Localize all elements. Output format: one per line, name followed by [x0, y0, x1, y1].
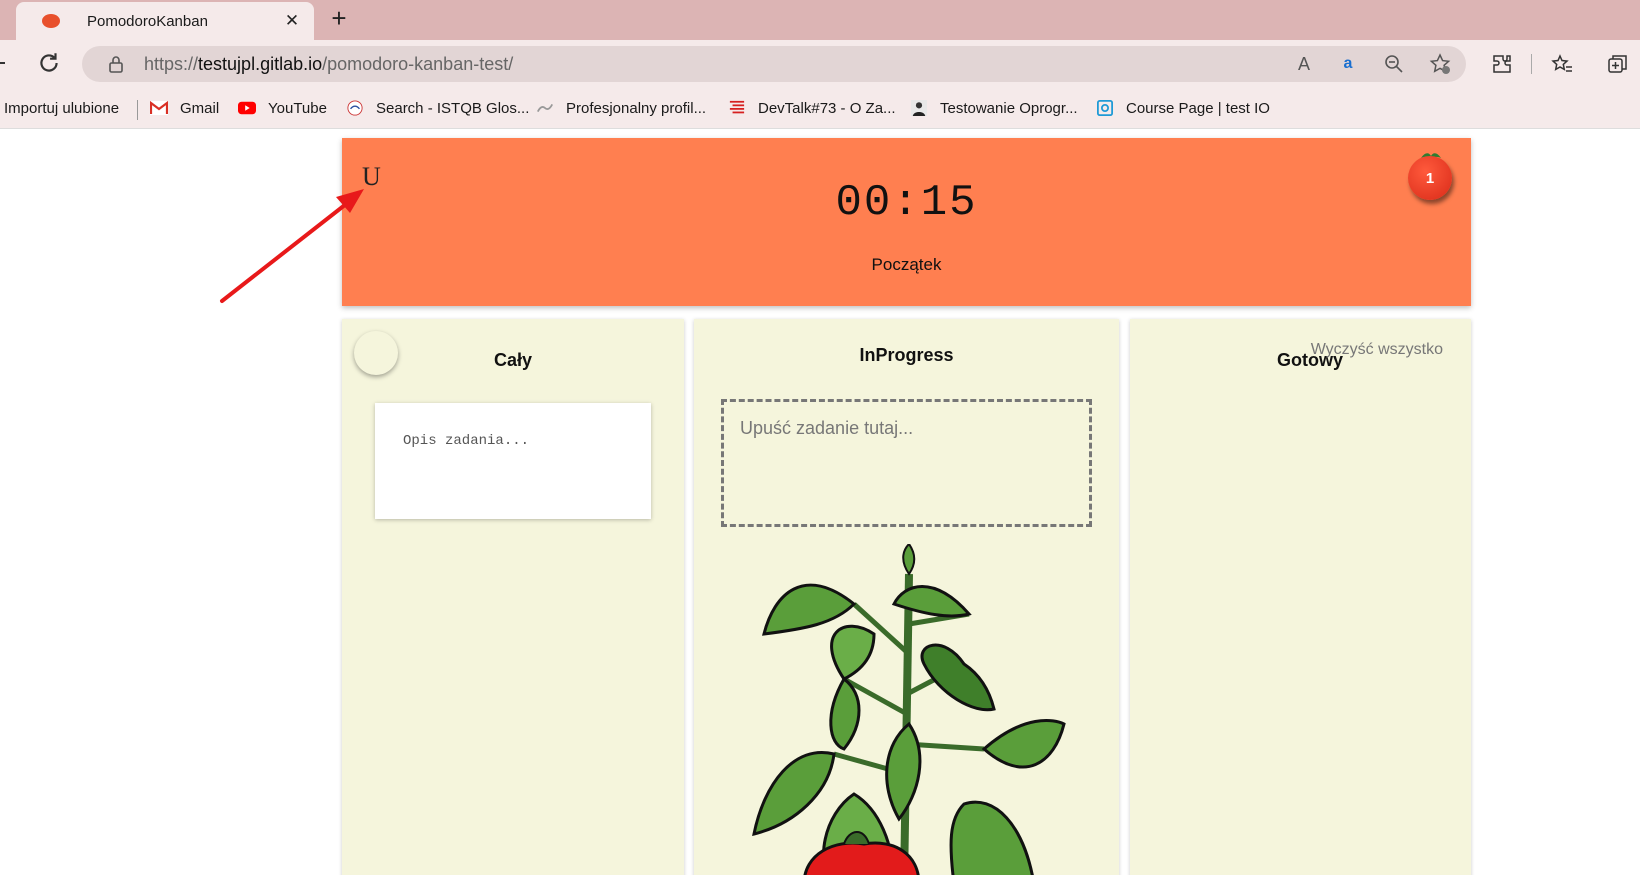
drop-zone-placeholder: Upuść zadanie tutaj...	[740, 418, 914, 438]
task-drop-zone[interactable]: Upuść zadanie tutaj...	[721, 399, 1092, 527]
devtalk-icon	[729, 100, 745, 114]
new-tab-button[interactable]: +	[326, 5, 352, 32]
clear-all-button[interactable]: Wyczyść wszystko	[1311, 341, 1443, 359]
pomodoro-kanban-page: U 00:15 Początek 1 Cały Opis zadania... …	[0, 129, 1640, 875]
collections-icon[interactable]	[1606, 52, 1630, 76]
column-done: Gotowy Wyczyść wszystko	[1130, 319, 1471, 875]
read-aloud-icon[interactable]: A	[1292, 52, 1316, 76]
column-title-in-progress: InProgress	[859, 345, 954, 365]
bookmark-youtube[interactable]: YouTube	[238, 96, 327, 120]
browser-toolbar: https://testujpl.gitlab.io/pomodoro-kanb…	[0, 40, 1640, 88]
address-bar[interactable]: https://testujpl.gitlab.io/pomodoro-kanb…	[82, 46, 1466, 82]
testio-icon	[1097, 100, 1113, 116]
url-path: /pomodoro-kanban-test/	[322, 54, 514, 74]
bookmark-label: Profesjonalny profil...	[566, 99, 707, 117]
start-button[interactable]: Początek	[342, 255, 1471, 275]
tomato-plant-illustration	[752, 544, 1066, 875]
tomato-favicon-icon	[42, 14, 60, 28]
istqb-icon	[347, 100, 363, 116]
bookmark-label: Importuj ulubione	[4, 99, 120, 117]
bookmarks-divider	[137, 100, 138, 120]
bookmark-label: Search - ISTQB Glos...	[376, 99, 530, 117]
bookmark-istqb[interactable]: Search - ISTQB Glos...	[346, 96, 529, 120]
bookmark-devtalk[interactable]: DevTalk#73 - O Za...	[728, 96, 896, 120]
bookmark-label: Gmail	[180, 99, 220, 117]
zoom-out-icon[interactable]	[1382, 52, 1406, 76]
toolbar-divider	[1531, 54, 1532, 74]
bookmark-testowanie[interactable]: Testowanie Oprogr...	[910, 96, 1078, 120]
column-in-progress: InProgress Upuść zadanie tutaj...	[694, 319, 1119, 875]
bookmark-label: YouTube	[268, 99, 327, 117]
new-task-card[interactable]: Opis zadania...	[375, 403, 651, 519]
close-tab-icon[interactable]: ✕	[282, 11, 302, 31]
bookmark-label: DevTalk#73 - O Za...	[758, 99, 896, 117]
youtube-icon	[238, 101, 256, 115]
bookmarks-bar: Importuj ulubione Gmail YouTube Search -…	[0, 88, 1640, 129]
translate-icon[interactable]: a	[1336, 52, 1360, 76]
favorites-icon[interactable]	[1550, 52, 1574, 76]
bookmark-gmail[interactable]: Gmail	[150, 96, 219, 120]
browser-tab[interactable]: PomodoroKanban ✕	[16, 2, 314, 40]
url-scheme: https://	[144, 54, 199, 74]
gmail-icon	[150, 100, 168, 115]
pomodoro-counter-badge: 1	[1408, 156, 1452, 200]
url-host: testujpl.gitlab.io	[198, 54, 323, 74]
extensions-icon[interactable]	[1490, 52, 1514, 76]
task-description-input[interactable]: Opis zadania...	[403, 433, 529, 449]
bookmark-profile[interactable]: Profesjonalny profil...	[536, 96, 706, 120]
add-favorite-icon[interactable]	[1428, 52, 1452, 76]
url-text[interactable]: https://testujpl.gitlab.io/pomodoro-kanb…	[144, 54, 513, 75]
bookmark-label: Testowanie Oprogr...	[940, 99, 1078, 117]
profile-icon	[536, 103, 554, 113]
column-title-all: Cały	[493, 350, 533, 370]
bookmark-label: Course Page | test IO	[1126, 99, 1270, 117]
bookmark-testio[interactable]: Course Page | test IO	[1096, 96, 1270, 120]
timer-display: 00:15	[835, 178, 978, 228]
timer-header: U 00:15 Początek 1	[342, 138, 1471, 306]
lock-icon[interactable]	[106, 54, 126, 74]
browser-tab-bar: PomodoroKanban ✕ +	[0, 0, 1640, 40]
person-icon	[911, 100, 927, 116]
tab-title: PomodoroKanban	[87, 12, 208, 30]
reload-icon[interactable]	[36, 50, 62, 76]
back-arrow-icon[interactable]	[0, 62, 5, 64]
bookmark-import[interactable]: Importuj ulubione	[4, 96, 119, 120]
column-all: Cały Opis zadania...	[342, 319, 684, 875]
